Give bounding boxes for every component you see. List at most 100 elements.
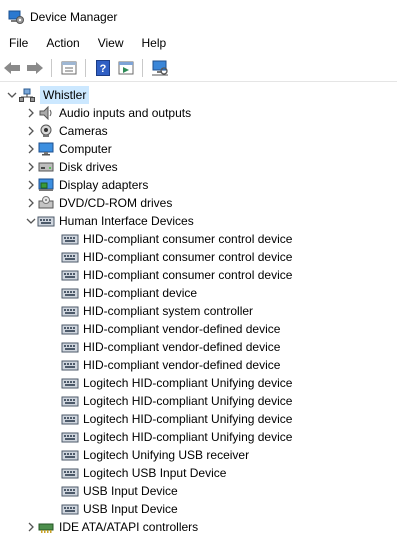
hid-device-icon [61, 285, 79, 301]
hid-device-label: HID-compliant consumer control device [83, 268, 293, 282]
tree-category[interactable]: Human Interface Devices [25, 212, 194, 230]
menu-file[interactable]: File [0, 33, 37, 53]
tree-root[interactable]: Whistler [6, 86, 90, 104]
hid-device-label: USB Input Device [83, 484, 178, 498]
chevron-right-icon[interactable] [25, 158, 37, 176]
hid-device-label: Logitech HID-compliant Unifying device [83, 430, 293, 444]
dvd-icon [37, 195, 55, 211]
hid-device-item[interactable]: Logitech HID-compliant Unifying device [61, 428, 292, 446]
hid-device-label: HID-compliant vendor-defined device [83, 358, 281, 372]
hid-device-item[interactable]: HID-compliant device [61, 284, 197, 302]
tree-category[interactable]: Disk drives [25, 158, 118, 176]
back-arrow-icon[interactable] [1, 57, 23, 79]
help-icon[interactable]: ? [92, 57, 114, 79]
hid-device-item[interactable]: HID-compliant vendor-defined device [61, 338, 280, 356]
hid-device-item[interactable]: HID-compliant consumer control device [61, 230, 292, 248]
category-label: IDE ATA/ATAPI controllers [59, 520, 199, 534]
chevron-right-icon[interactable] [25, 140, 37, 158]
category-label: Disk drives [59, 160, 118, 174]
toolbar: ? [0, 54, 397, 82]
hid-device-label: HID-compliant system controller [83, 304, 254, 318]
properties-icon[interactable] [58, 57, 80, 79]
chevron-down-icon[interactable] [25, 212, 37, 230]
tree-root-label: Whistler [40, 86, 90, 104]
tree-category[interactable]: DVD/CD-ROM drives [25, 194, 172, 212]
title-bar: Device Manager [0, 0, 397, 33]
hid-device-item[interactable]: USB Input Device [61, 482, 178, 500]
category-label: Audio inputs and outputs [59, 106, 192, 120]
hid-device-icon [61, 303, 79, 319]
tree-category[interactable]: Display adapters [25, 176, 148, 194]
menu-view[interactable]: View [89, 33, 133, 53]
chevron-right-icon[interactable] [25, 122, 37, 140]
category-label: DVD/CD-ROM drives [59, 196, 173, 210]
menu-action[interactable]: Action [37, 33, 88, 53]
hid-device-item[interactable]: HID-compliant consumer control device [61, 266, 292, 284]
hid-device-label: Logitech Unifying USB receiver [83, 448, 250, 462]
hid-device-item[interactable]: HID-compliant vendor-defined device [61, 356, 280, 374]
hid-device-icon [61, 357, 79, 373]
hid-device-label: HID-compliant consumer control device [83, 232, 293, 246]
hid-device-icon [61, 375, 79, 391]
tree-category[interactable]: IDE ATA/ATAPI controllers [25, 518, 198, 536]
forward-arrow-icon[interactable] [24, 57, 46, 79]
tree-category[interactable]: Audio inputs and outputs [25, 104, 191, 122]
hid-device-label: Logitech USB Input Device [83, 466, 227, 480]
device-tree: Whistler Audio inputs and outputs Camera… [0, 84, 397, 542]
window-title: Device Manager [30, 9, 118, 24]
hid-device-label: HID-compliant vendor-defined device [83, 322, 281, 336]
hid-device-icon [61, 321, 79, 337]
tree-category[interactable]: Cameras [25, 122, 108, 140]
hid-device-icon [61, 429, 79, 445]
chevron-right-icon[interactable] [25, 536, 37, 542]
hid-device-label: Logitech HID-compliant Unifying device [83, 376, 293, 390]
hid-device-icon [61, 249, 79, 265]
category-label: Computer [59, 142, 112, 156]
hid-device-label: USB Input Device [83, 502, 178, 516]
hid-device-item[interactable]: HID-compliant system controller [61, 302, 253, 320]
hid-device-icon [61, 465, 79, 481]
hid-device-label: Logitech HID-compliant Unifying device [83, 394, 293, 408]
chevron-right-icon[interactable] [25, 104, 37, 122]
display-adapter-icon [37, 177, 55, 193]
hid-device-icon [61, 411, 79, 427]
tree-category-partial[interactable] [25, 536, 37, 542]
hid-device-item[interactable]: HID-compliant consumer control device [61, 248, 292, 266]
hid-device-icon [61, 393, 79, 409]
category-label: Cameras [59, 124, 108, 138]
hid-device-icon [61, 483, 79, 499]
hid-device-item[interactable]: Logitech HID-compliant Unifying device [61, 410, 292, 428]
hid-device-item[interactable]: Logitech USB Input Device [61, 464, 226, 482]
camera-icon [37, 123, 55, 139]
category-label: Display adapters [59, 178, 149, 192]
hid-device-label: HID-compliant vendor-defined device [83, 340, 281, 354]
speaker-icon [37, 105, 55, 121]
chevron-down-icon[interactable] [6, 86, 18, 104]
hid-device-icon [61, 447, 79, 463]
hid-device-label: HID-compliant consumer control device [83, 250, 293, 264]
hid-device-icon [61, 231, 79, 247]
show-hidden-icon[interactable] [115, 57, 137, 79]
hid-device-item[interactable]: Logitech HID-compliant Unifying device [61, 374, 292, 392]
ide-controller-icon [37, 519, 55, 535]
svg-text:?: ? [100, 63, 107, 75]
hid-device-item[interactable]: USB Input Device [61, 500, 178, 518]
hid-device-item[interactable]: Logitech Unifying USB receiver [61, 446, 249, 464]
scan-hardware-icon[interactable] [149, 57, 171, 79]
hid-device-icon [61, 501, 79, 517]
chevron-right-icon[interactable] [25, 518, 37, 536]
disk-drive-icon [37, 159, 55, 175]
menu-bar: File Action View Help [0, 33, 397, 53]
hid-device-item[interactable]: Logitech HID-compliant Unifying device [61, 392, 292, 410]
hid-icon [37, 213, 55, 229]
toolbar-separator [142, 58, 143, 77]
device-manager-icon [8, 9, 24, 25]
hid-device-label: HID-compliant device [83, 286, 198, 300]
chevron-right-icon[interactable] [25, 194, 37, 212]
category-label: Human Interface Devices [59, 214, 194, 228]
hid-device-label: Logitech HID-compliant Unifying device [83, 412, 293, 426]
menu-help[interactable]: Help [133, 33, 176, 53]
hid-device-item[interactable]: HID-compliant vendor-defined device [61, 320, 280, 338]
chevron-right-icon[interactable] [25, 176, 37, 194]
tree-category[interactable]: Computer [25, 140, 112, 158]
